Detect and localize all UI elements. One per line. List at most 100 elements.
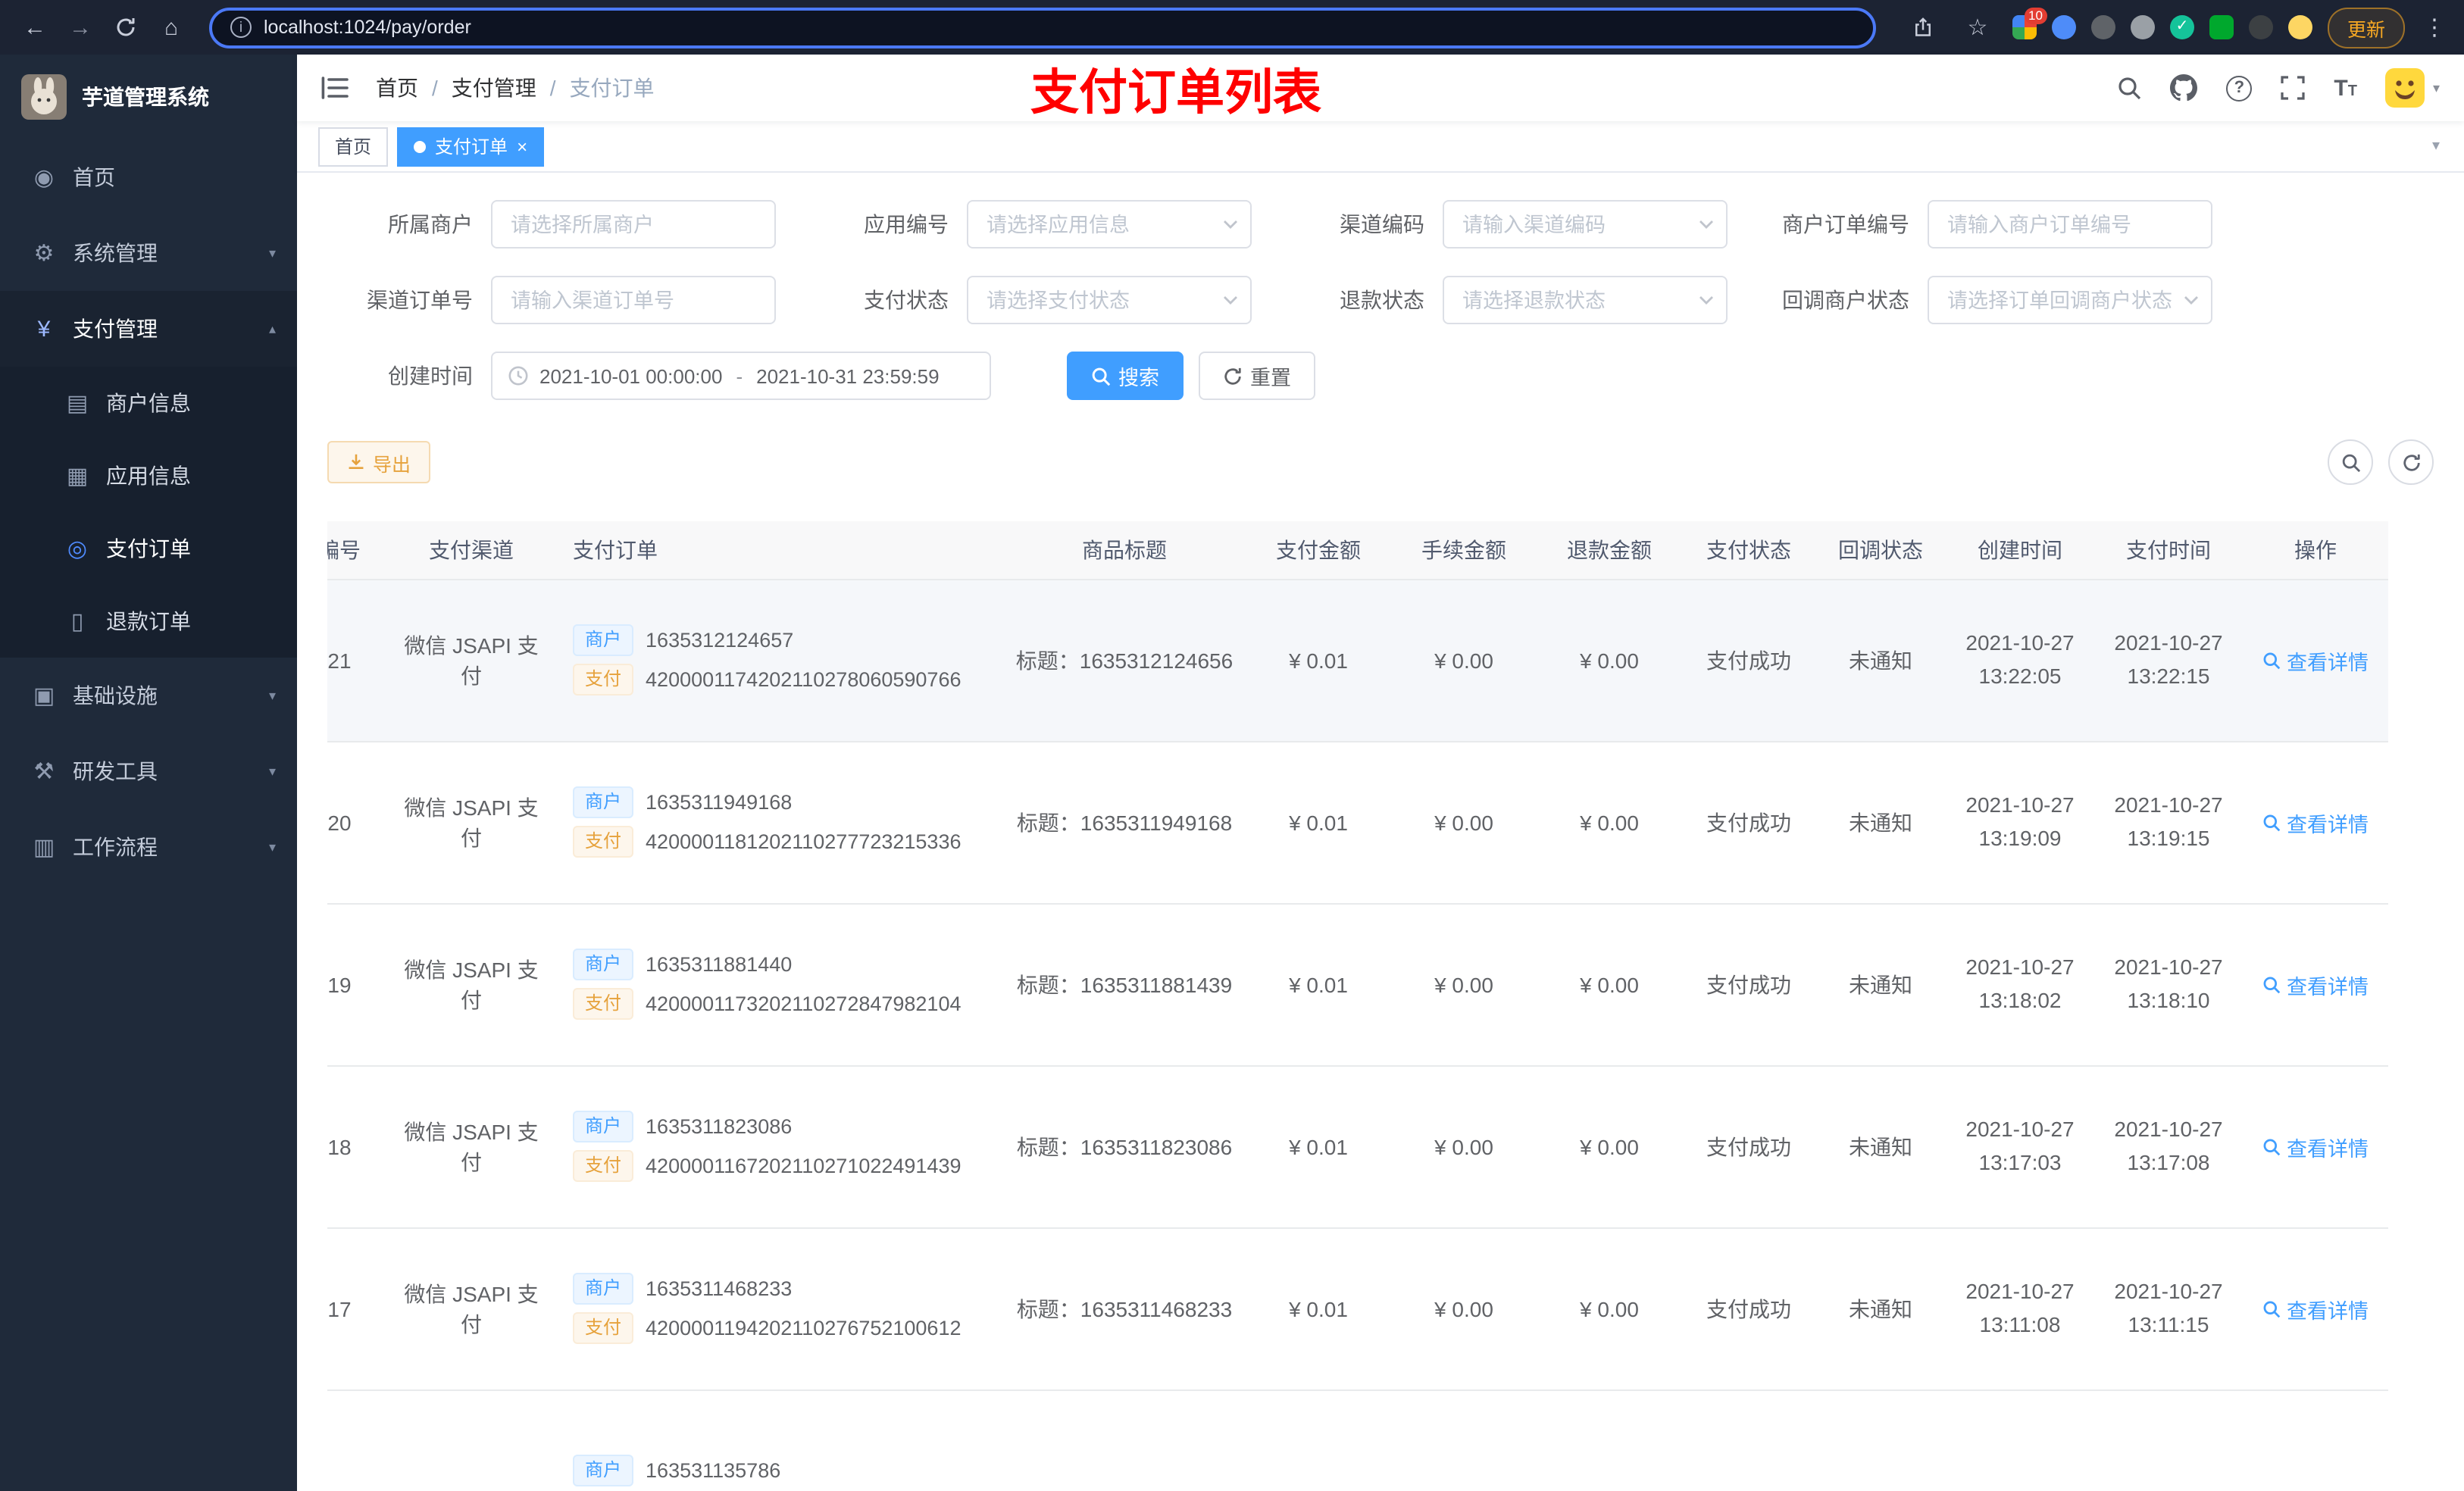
chevron-up-icon: ▴ [268, 320, 276, 336]
sidebar-item-workflow[interactable]: ▥ 工作流程 ▾ [0, 809, 297, 885]
breadcrumb-home[interactable]: 首页 [376, 73, 418, 103]
app-filter-select[interactable] [967, 200, 1252, 248]
help-icon[interactable]: ? [2226, 75, 2253, 101]
extension-icon[interactable] [2130, 15, 2155, 39]
refresh-icon[interactable] [106, 8, 145, 47]
sidebar-item-system[interactable]: ⚙ 系统管理 ▾ [0, 215, 297, 291]
workflow-icon: ▥ [33, 835, 55, 861]
fullscreen-icon[interactable] [2281, 76, 2305, 100]
sidebar-item-refund-order[interactable]: ▯ 退款订单 [0, 585, 297, 658]
toggle-search-button[interactable] [2328, 439, 2373, 485]
merchant-filter-input[interactable] [491, 200, 776, 248]
chevron-down-icon: ▾ [268, 839, 276, 854]
main-area: 支付订单列表 首页 / 支付管理 / 支付订单 ? T T ▾ 首页 支付订单 … [297, 55, 2464, 1491]
sidebar-item-infra[interactable]: ▣ 基础设施 ▾ [0, 658, 297, 733]
view-detail-link[interactable]: 查看详情 [2262, 969, 2369, 999]
merchant-order-no-input[interactable] [1928, 200, 2212, 248]
extension-icon[interactable] [2209, 15, 2234, 39]
extension-icon[interactable] [2090, 15, 2115, 39]
filter-pay-status: 支付状态 [830, 276, 1252, 324]
back-icon[interactable]: ← [15, 8, 55, 47]
filter-merchant: 所属商户 [327, 200, 776, 248]
view-detail-link[interactable]: 查看详情 [2262, 1131, 2369, 1161]
date-start: 2021-10-01 00:00:00 [539, 364, 723, 387]
search-icon [2263, 652, 2281, 669]
filter-app: 应用编号 [830, 200, 1252, 248]
font-size-icon[interactable]: TT [2334, 75, 2357, 101]
search-icon [2263, 1138, 2281, 1155]
search-icon[interactable] [2117, 76, 2141, 100]
search-icon [2263, 976, 2281, 993]
pay-status-select[interactable] [967, 276, 1252, 324]
view-detail-link[interactable]: 查看详情 [2262, 645, 2369, 675]
page-content: 所属商户 应用编号 渠道编码 [297, 173, 2464, 1491]
orders-table: 编号 支付渠道 支付订单 商品标题 支付金额 手续金额 退款金额 支付状态 回调… [327, 521, 2388, 1491]
sidebar-item-devtools[interactable]: ⚒ 研发工具 ▾ [0, 733, 297, 809]
merchant-tag: 商户 [573, 786, 634, 818]
date-end: 2021-10-31 23:59:59 [756, 364, 940, 387]
yen-icon: ¥ [37, 316, 51, 342]
profile-avatar-icon[interactable] [2287, 15, 2312, 39]
sidebar-item-pay-order[interactable]: ◎ 支付订单 [0, 512, 297, 585]
tab-pay-order[interactable]: 支付订单 × [397, 127, 545, 166]
notify-status-select[interactable] [1928, 276, 2212, 324]
refresh-icon [2403, 453, 2419, 470]
filter-channel-order-no: 渠道订单号 [327, 276, 776, 324]
extension-icon[interactable] [2051, 15, 2076, 39]
pay-tag: 支付 [573, 988, 634, 1020]
filter-notify-status: 回调商户状态 [1782, 276, 2212, 324]
table-header-row: 编号 支付渠道 支付订单 商品标题 支付金额 手续金额 退款金额 支付状态 回调… [327, 521, 2388, 580]
chevron-down-icon: ▾ [268, 687, 276, 702]
channel-code-select[interactable] [1443, 200, 1728, 248]
filter-merchant-order-no: 商户订单编号 [1782, 200, 2212, 248]
sidebar-item-home[interactable]: ◉ 首页 [0, 139, 297, 215]
orders-table-wrap: 编号 支付渠道 支付订单 商品标题 支付金额 手续金额 退款金额 支付状态 回调… [327, 521, 2434, 1491]
share-icon[interactable] [1903, 8, 1943, 47]
export-button[interactable]: 导出 [327, 441, 431, 483]
sidebar-toggle-icon[interactable] [321, 76, 349, 100]
app-frame: 芋道管理系统 ◉ 首页 ⚙ 系统管理 ▾ ¥ 支付管理 ▴ ▤ 商户信息 ▦ 应… [0, 55, 2464, 1491]
clock-icon [508, 365, 529, 386]
browser-menu-icon[interactable]: ⋮ [2420, 14, 2449, 41]
github-icon[interactable] [2170, 74, 2198, 102]
filter-refund-status: 退款状态 [1306, 276, 1728, 324]
dashboard-icon: ◉ [33, 165, 55, 191]
app-logo[interactable]: 芋道管理系统 [0, 55, 297, 139]
extension-icon[interactable]: ✓ [2169, 15, 2194, 39]
breadcrumb: 首页 / 支付管理 / 支付订单 [376, 73, 655, 103]
site-info-icon[interactable]: i [230, 17, 252, 38]
tags-menu-caret-icon[interactable]: ▾ [2429, 132, 2443, 161]
pay-tag: 支付 [573, 1312, 634, 1344]
update-button[interactable]: 更新 [2327, 7, 2405, 48]
chevron-down-icon: ▾ [268, 245, 276, 260]
extension-icon[interactable] [2248, 15, 2273, 39]
reset-button[interactable]: 重置 [1199, 352, 1315, 400]
channel-order-no-input[interactable] [491, 276, 776, 324]
breadcrumb-current: 支付订单 [569, 76, 655, 100]
create-time-range-picker[interactable]: 2021-10-01 00:00:00 - 2021-10-31 23:59:5… [491, 352, 991, 400]
address-bar[interactable]: i localhost:1024/pay/order [209, 7, 1876, 48]
sidebar-item-merchant-info[interactable]: ▤ 商户信息 [0, 367, 297, 439]
merchant-tag: 商户 [573, 1111, 634, 1142]
close-icon[interactable]: × [517, 137, 527, 155]
sidebar-item-payment[interactable]: ¥ 支付管理 ▴ [0, 291, 297, 367]
forward-icon[interactable]: → [61, 8, 100, 47]
search-icon [2263, 814, 2281, 831]
sidebar-item-app-info[interactable]: ▦ 应用信息 [0, 439, 297, 512]
refund-status-select[interactable] [1443, 276, 1728, 324]
table-row: 20 微信 JSAPI 支付 商户 1635311949168 支付 4200001… [327, 741, 2388, 904]
extensions-icon[interactable]: 10 [2012, 8, 2047, 39]
home-icon[interactable]: ⌂ [152, 8, 191, 47]
tab-home[interactable]: 首页 [318, 127, 389, 166]
table-toolbar: 导出 [327, 439, 2434, 485]
app-grid-icon: ▦ [66, 464, 89, 489]
bookmark-star-icon[interactable]: ☆ [1958, 8, 1997, 47]
search-button[interactable]: 搜索 [1067, 352, 1184, 400]
filter-row-1: 所属商户 应用编号 渠道编码 [327, 200, 2434, 248]
refresh-table-button[interactable] [2388, 439, 2434, 485]
breadcrumb-payment[interactable]: 支付管理 [452, 73, 536, 103]
user-avatar[interactable]: ▾ [2385, 68, 2440, 108]
view-detail-link[interactable]: 查看详情 [2262, 1293, 2369, 1324]
merchant-tag: 商户 [573, 949, 634, 980]
view-detail-link[interactable]: 查看详情 [2262, 807, 2369, 837]
